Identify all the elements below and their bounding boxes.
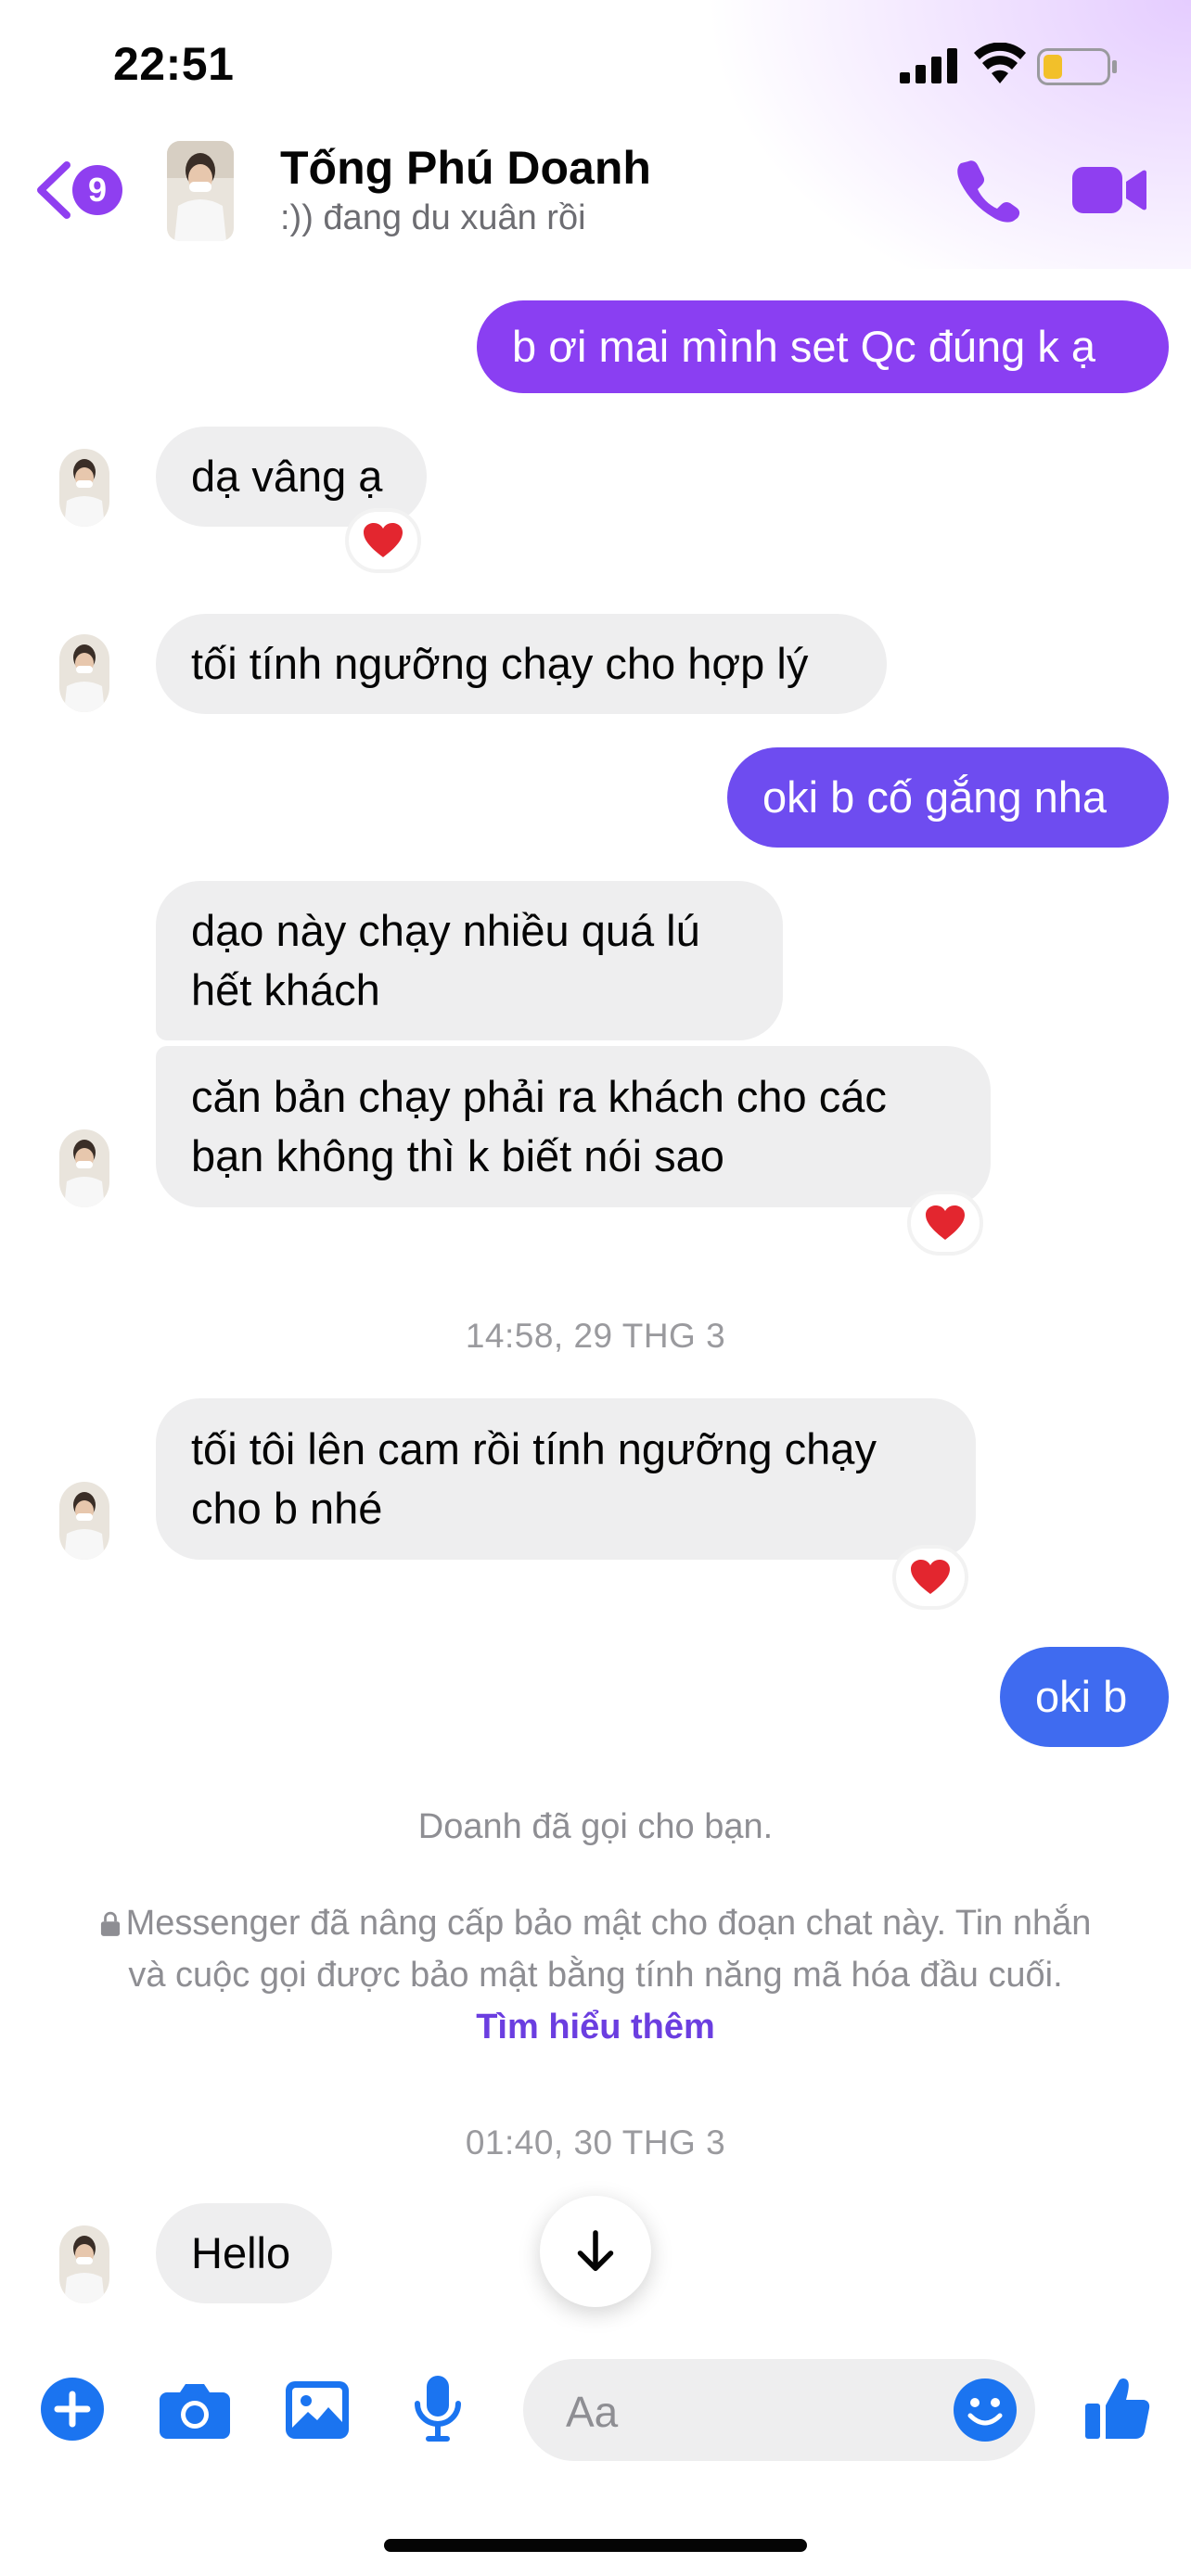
incoming-message[interactable]: tối tính ngưỡng chạy cho hợp lý [156, 614, 887, 714]
message-input[interactable]: Aa [523, 2359, 1035, 2461]
encryption-notice-line: và cuộc gọi được bảo mật bằng tính năng … [128, 1956, 1063, 1995]
message-text: tối tính ngưỡng chạy cho hợp lý [191, 639, 809, 688]
status-time: 22:51 [113, 38, 235, 90]
message-text-line: tối tôi lên cam rồi tính ngưỡng chạy [191, 1424, 877, 1473]
message-text-line: căn bản chạy phải ra khách cho các [191, 1072, 887, 1121]
heart-icon [926, 1205, 965, 1240]
camera-icon[interactable] [160, 2381, 230, 2439]
emoji-icon[interactable] [954, 2378, 1017, 2442]
message-text: oki b cố gắng nha [762, 772, 1108, 822]
message-text-line: cho b nhé [191, 1484, 383, 1533]
message-text: oki b [1035, 1672, 1128, 1721]
message-text-line: dạo này chạy nhiều quá lú [191, 906, 700, 955]
message-text: dạ vâng ạ [191, 452, 383, 501]
sender-avatar[interactable] [59, 634, 109, 712]
timestamp: 01:40, 30 THG 3 [465, 2123, 726, 2162]
incoming-message[interactable]: dạo này chạy nhiều quá lú hết khách [156, 881, 783, 1040]
incoming-message[interactable]: Hello [156, 2203, 332, 2303]
call-notice: Doanh đã gọi cho bạn. [417, 1807, 774, 1846]
cellular-signal-icon [900, 48, 957, 83]
back-chevron-icon[interactable] [33, 159, 74, 221]
incoming-message[interactable]: căn bản chạy phải ra khách cho các bạn k… [156, 1046, 991, 1207]
microphone-icon[interactable] [412, 2376, 464, 2442]
sender-avatar[interactable] [59, 1482, 109, 1560]
encryption-notice: Messenger đã nâng cấp bảo mật cho đoạn c… [0, 1897, 1191, 2053]
message-text: Hello [191, 2228, 291, 2277]
arrow-down-icon [577, 2230, 614, 2272]
lock-icon [100, 1911, 120, 1936]
unread-badge[interactable]: 9 [72, 165, 122, 215]
contact-name[interactable]: Tống Phú Doanh [280, 141, 651, 195]
incoming-message[interactable]: tối tôi lên cam rồi tính ngưỡng chạy cho… [156, 1398, 976, 1560]
message-reaction[interactable] [907, 1191, 983, 1256]
heart-icon [364, 523, 403, 557]
scroll-to-bottom-button[interactable] [540, 2196, 651, 2307]
encryption-notice-line: Messenger đã nâng cấp bảo mật cho đoạn c… [0, 1897, 1191, 1949]
message-reaction[interactable] [345, 508, 421, 573]
plus-icon[interactable] [41, 2378, 104, 2441]
home-indicator [384, 2539, 807, 2552]
battery-icon [1037, 48, 1117, 85]
phone-icon[interactable] [955, 158, 1020, 223]
video-camera-icon[interactable] [1072, 163, 1146, 217]
thumbs-up-icon[interactable] [1085, 2376, 1150, 2441]
contact-status: :)) đang du xuân rồi [280, 198, 586, 237]
sender-avatar[interactable] [59, 2225, 109, 2303]
sender-avatar[interactable] [59, 449, 109, 527]
outgoing-message[interactable]: oki b [1000, 1647, 1169, 1747]
outgoing-message[interactable]: oki b cố gắng nha [727, 747, 1169, 848]
outgoing-message[interactable]: b ơi mai mình set Qc đúng k ạ [477, 300, 1169, 393]
sender-avatar[interactable] [59, 1129, 109, 1207]
contact-avatar[interactable] [167, 141, 234, 241]
heart-icon [911, 1560, 950, 1594]
timestamp: 14:58, 29 THG 3 [465, 1317, 726, 1355]
message-reaction[interactable] [892, 1545, 968, 1610]
message-input-placeholder: Aa [566, 2388, 619, 2436]
message-text: b ơi mai mình set Qc đúng k ạ [512, 322, 1096, 371]
wifi-icon [974, 43, 1026, 83]
message-text-line: bạn không thì k biết nói sao [191, 1131, 724, 1180]
learn-more-link[interactable]: Tìm hiểu thêm [0, 2001, 1191, 2053]
message-text-line: hết khách [191, 965, 380, 1014]
image-icon[interactable] [286, 2381, 349, 2439]
